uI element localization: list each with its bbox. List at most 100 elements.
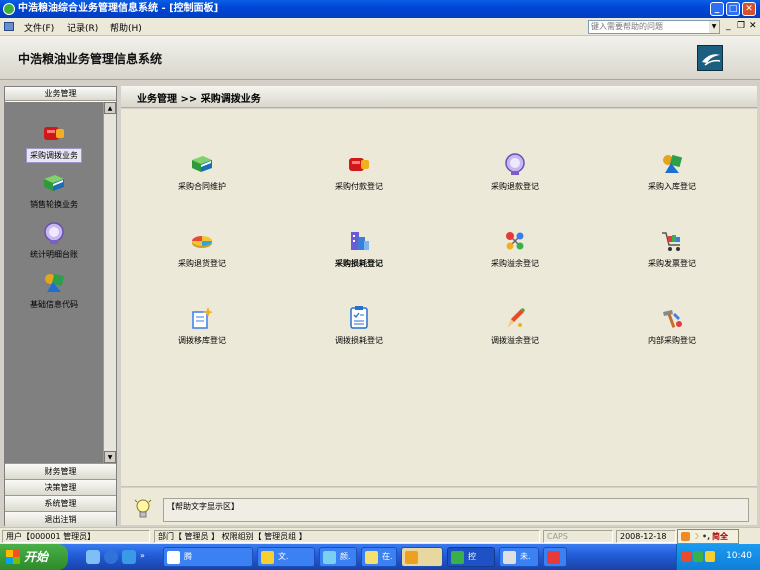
tile-transfer-surplus[interactable]: 调拨溢余登记 [465, 305, 565, 346]
sidebar-group-finance[interactable]: 财务管理 [5, 463, 116, 479]
taskbar-item-untitled[interactable]: 未. [499, 547, 539, 567]
sidebar-item-sales-rotation[interactable]: 销售轮换业务 [5, 170, 103, 211]
tools-icon [663, 310, 682, 328]
tile-purchase-contract[interactable]: 采购合同维护 [152, 151, 252, 192]
menu-record[interactable]: 记录(R) [67, 21, 98, 34]
tile-transfer-relocation[interactable]: 调拨移库登记 [152, 305, 252, 346]
tile-internal-purchase[interactable]: 内部采购登记 [622, 305, 722, 346]
tile-label: 采购入库登记 [648, 182, 696, 191]
taskbar-item-control-panel[interactable]: 控 [447, 547, 495, 567]
title-bar: 中浩粮油综合业务管理信息系统 - [控制面板] _ □ ✕ [0, 0, 760, 18]
sidebar-group-system[interactable]: 系统管理 [5, 495, 116, 511]
tray-volume-icon[interactable] [705, 551, 715, 562]
sidebar-scrollbar[interactable]: ▲ ▼ [103, 102, 116, 463]
tile-purchase-warehousing[interactable]: 采购入库登记 [622, 151, 722, 192]
buildings-icon [351, 232, 369, 250]
sidebar-item-label: 采购调拨业务 [26, 148, 82, 163]
purple-clock-icon [505, 153, 525, 175]
tile-purchase-refund[interactable]: 采购退款登记 [465, 151, 565, 192]
start-button[interactable]: 开始 [0, 544, 68, 570]
sidebar-item-purchase-transfer[interactable]: 采购调拨业务 [5, 120, 103, 163]
menu-bar: 文件(F) 记录(R) 帮助(H) 键入需要帮助的问题 ▼ _ ❐ ✕ [0, 18, 760, 36]
task-label: 文. [278, 552, 289, 561]
sidebar-group-logout[interactable]: 退出注销 [5, 511, 116, 527]
help-question-input[interactable]: 键入需要帮助的问题 ▼ [588, 20, 720, 34]
taskbar-item-online[interactable]: 在. [361, 547, 397, 567]
taskbar-item-qq[interactable]: 腾 [163, 547, 253, 567]
notepad-icon [503, 551, 516, 564]
app-icon [547, 551, 560, 564]
windows-logo-icon [6, 550, 20, 564]
app-header: 中浩粮油业务管理信息系统 [0, 36, 760, 80]
help-question-placeholder: 键入需要帮助的问题 [591, 22, 663, 31]
tile-label: 调拨移库登记 [178, 336, 226, 345]
tray-network-icon[interactable] [693, 551, 703, 562]
ime-toolbar[interactable]: ☽ •, 简全 [677, 529, 739, 544]
system-tray: 10:40 [676, 544, 760, 570]
scroll-down-icon[interactable]: ▼ [104, 451, 116, 463]
task-label: 在. [382, 552, 393, 561]
green-book-icon [44, 175, 64, 191]
sidebar: 业务管理 采购调拨业务 销售轮换业务 统计明细台账 基础信息代码 ▲ ▼ 财务管… [4, 86, 117, 527]
folder-icon [365, 551, 378, 564]
tile-label: 调拨损耗登记 [335, 336, 383, 345]
task-label: 未. [520, 552, 531, 561]
sidebar-item-label: 基础信息代码 [30, 300, 78, 309]
internet-explorer-icon[interactable] [104, 550, 118, 564]
quicklaunch-expand-icon[interactable]: » [140, 551, 145, 560]
tile-purchase-payment[interactable]: 采购付款登记 [309, 151, 409, 192]
taskbar-item-document[interactable]: 文. [257, 547, 315, 567]
tile-label: 采购退货登记 [178, 259, 226, 268]
sidebar-group-business[interactable]: 业务管理 [5, 87, 116, 101]
menu-file[interactable]: 文件(F) [24, 21, 54, 34]
red-package-icon [349, 158, 369, 171]
tile-label: 采购合同维护 [178, 182, 226, 191]
taskbar-item-app[interactable] [543, 547, 567, 567]
quicklaunch-icon[interactable] [122, 550, 136, 564]
tray-shield-icon[interactable] [681, 551, 691, 562]
sidebar-item-statistics-ledger[interactable]: 统计明细台账 [5, 220, 103, 261]
sidebar-group-content: 采购调拨业务 销售轮换业务 统计明细台账 基础信息代码 ▲ ▼ [5, 102, 116, 463]
menu-help[interactable]: 帮助(H) [110, 21, 142, 34]
minimize-button[interactable]: _ [710, 2, 724, 16]
moon-icon: ☽ [692, 532, 700, 541]
pie-chart-icon [192, 236, 212, 248]
tile-purchase-return[interactable]: 采购退货登记 [152, 228, 252, 269]
tile-purchase-surplus[interactable]: 采购溢余登记 [465, 228, 565, 269]
window-title: 中浩粮油综合业务管理信息系统 - [控制面板] [18, 3, 219, 14]
taskbar-item-color[interactable]: 颜. [319, 547, 357, 567]
show-desktop-icon[interactable] [86, 550, 100, 564]
close-button[interactable]: ✕ [742, 2, 756, 16]
tile-transfer-loss[interactable]: 调拨损耗登记 [309, 305, 409, 346]
task-label: 颜. [340, 552, 351, 561]
mdi-minimize-button[interactable]: _ [726, 21, 731, 31]
taskbar-item-qq-tray[interactable] [401, 547, 443, 567]
sidebar-item-basic-info-codes[interactable]: 基础信息代码 [5, 270, 103, 311]
dropdown-arrow-icon[interactable]: ▼ [709, 21, 719, 33]
mdi-restore-button[interactable]: ❐ [737, 21, 745, 31]
taskbar: 开始 » 腾 文. 颜. 在. 控 未. 10:40 [0, 544, 760, 570]
tile-purchase-loss[interactable]: 采购损耗登记 [309, 228, 409, 269]
chrome-icon [167, 551, 180, 564]
ime-logo-icon [681, 532, 690, 541]
purple-clock-icon [44, 222, 64, 244]
tile-label: 调拨溢余登记 [491, 336, 539, 345]
tile-purchase-invoice[interactable]: 采购发票登记 [622, 228, 722, 269]
help-area: 【帮助文字显示区】 [121, 488, 757, 525]
start-label: 开始 [24, 550, 49, 564]
maximize-button[interactable]: □ [726, 2, 740, 16]
tile-label: 采购退款登记 [491, 182, 539, 191]
red-package-icon [44, 127, 64, 140]
sidebar-item-label: 销售轮换业务 [30, 200, 78, 209]
chat-icon [323, 551, 336, 564]
app-icon [3, 3, 15, 15]
tile-label: 采购付款登记 [335, 182, 383, 191]
status-caps: CAPS [543, 530, 613, 543]
tile-label: 采购发票登记 [648, 259, 696, 268]
clock: 10:40 [726, 551, 752, 561]
sidebar-item-label: 统计明细台账 [30, 250, 78, 259]
mdi-close-button[interactable]: ✕ [749, 21, 757, 31]
scroll-up-icon[interactable]: ▲ [104, 102, 116, 114]
checklist-icon [350, 306, 368, 329]
sidebar-group-decision[interactable]: 决策管理 [5, 479, 116, 495]
